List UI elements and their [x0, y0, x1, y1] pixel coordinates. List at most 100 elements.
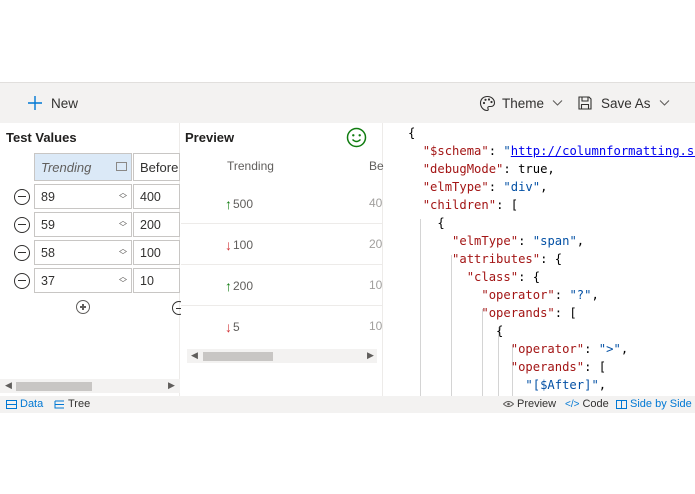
preview-view-label: Preview [517, 398, 557, 410]
spinner-icon[interactable]: ︿ ﹀ [119, 273, 127, 288]
cell-value: 58 [41, 245, 55, 260]
preview-view-tab[interactable]: Preview [503, 398, 556, 410]
code-line: "attributes": { [452, 252, 563, 266]
trending-input[interactable]: 89 ︿ ﹀ [34, 184, 132, 209]
preview-value: 5 [233, 320, 240, 334]
spinner-icon[interactable]: ︿ ﹀ [119, 245, 127, 260]
code-line: "operator": ">", [510, 342, 629, 356]
toolbar: New Theme Save As [0, 83, 695, 123]
code-line: "class": { [466, 270, 541, 284]
table-icon[interactable] [116, 162, 127, 171]
table-icon [6, 399, 17, 409]
data-tab-label: Data [20, 398, 44, 410]
smiley-icon[interactable] [346, 127, 367, 148]
remove-row-icon[interactable] [14, 245, 30, 261]
table-row: 59 ︿ ﹀ 200 [0, 212, 180, 240]
split-view-icon [616, 399, 627, 409]
cell-value: 400 [140, 189, 161, 204]
cell-value: 59 [41, 217, 55, 232]
tree-tab-label: Tree [68, 398, 91, 410]
before-input[interactable]: 100 [133, 240, 180, 265]
preview-title: Preview [185, 130, 235, 145]
table-row: 37 ︿ ﹀ 10 [0, 268, 180, 296]
scroll-left-icon[interactable]: ◀ [191, 350, 198, 361]
code-line: "operands": [ [481, 306, 577, 320]
cell-value: 10 [140, 273, 154, 288]
horizontal-scrollbar[interactable]: ◀ ▶ [0, 379, 180, 393]
cell-value: 100 [140, 245, 161, 260]
code-brackets-icon: </> [565, 398, 580, 410]
theme-button[interactable]: Theme [479, 91, 563, 115]
side-by-side-tab[interactable]: Side by Side [616, 398, 692, 410]
test-values-title: Test Values [6, 130, 77, 145]
arrow-up-icon: ↑ [225, 278, 232, 294]
scroll-right-icon[interactable]: ▶ [168, 380, 175, 391]
code-line: "$schema": "http://columnformatting.sh [422, 144, 695, 158]
trending-input[interactable]: 59 ︿ ﹀ [34, 212, 132, 237]
preview-before-value: 10 [369, 278, 383, 292]
palette-icon [479, 95, 496, 111]
table-row: 58 ︿ ﹀ 100 [0, 240, 180, 268]
code-line: { [408, 126, 416, 140]
preview-value: 200 [233, 279, 254, 293]
remove-row-icon[interactable] [14, 189, 30, 205]
code-line: "children": [ [422, 198, 519, 212]
before-input[interactable]: 200 [133, 212, 180, 237]
save-as-label: Save As [601, 95, 651, 111]
theme-label: Theme [502, 95, 545, 111]
save-icon [578, 96, 592, 110]
new-label: New [51, 95, 79, 111]
cell-value: 89 [41, 189, 55, 204]
arrow-up-icon: ↑ [225, 196, 232, 212]
code-line: "elmType": "span", [452, 234, 585, 248]
arrow-down-icon: ↓ [225, 319, 232, 335]
save-as-button[interactable]: Save As [577, 91, 670, 115]
preview-column-trending: Trending [227, 159, 274, 173]
spinner-icon[interactable]: ︿ ﹀ [119, 189, 127, 204]
scroll-thumb[interactable] [203, 352, 273, 361]
code-line: "[$After]", [525, 378, 607, 392]
preview-horizontal-scrollbar[interactable]: ◀ ▶ [187, 349, 377, 363]
before-input[interactable]: 400 [133, 184, 180, 209]
code-editor[interactable]: { "$schema": "http://columnformatting.sh… [384, 123, 695, 396]
side-by-side-label: Side by Side [630, 398, 692, 410]
column-header-before[interactable]: Before [133, 153, 180, 181]
scroll-right-icon[interactable]: ▶ [367, 350, 374, 361]
scroll-left-icon[interactable]: ◀ [5, 380, 12, 391]
new-button[interactable]: New [26, 91, 78, 115]
preview-row: ↑ 200 10 [181, 265, 383, 306]
plus-icon [28, 96, 42, 110]
column-header-label: Trending [41, 159, 92, 175]
code-line: "debugMode": true, [422, 162, 555, 176]
code-view-tab[interactable]: </> Code [565, 398, 609, 410]
trending-input[interactable]: 37 ︿ ﹀ [34, 268, 132, 293]
test-values-panel: Test Values Trending Before 89 ︿ ﹀ 400 59 ︿… [0, 123, 186, 413]
spinner-icon[interactable]: ︿ ﹀ [119, 217, 127, 232]
chevron-down-icon [659, 100, 669, 106]
trending-input[interactable]: 58 ︿ ﹀ [34, 240, 132, 265]
data-tab[interactable]: Data [6, 398, 43, 410]
preview-value: 500 [233, 197, 254, 211]
preview-before-value: 20 [369, 237, 383, 251]
scroll-thumb[interactable] [16, 382, 92, 391]
preview-before-value: 10 [369, 319, 383, 333]
column-formatter-panel: New Theme Save As Test Values Trending B… [0, 82, 695, 413]
code-view-label: Code [582, 398, 609, 410]
remove-row-icon[interactable] [14, 217, 30, 233]
code-line: "operator": "?", [481, 288, 599, 302]
cell-value: 37 [41, 273, 55, 288]
code-line: "elmType": "div", [422, 180, 548, 194]
preview-value: 100 [233, 238, 254, 252]
preview-column-before: Be [369, 159, 384, 173]
preview-panel: Preview Trending Be ↑ 500 40 ↓ 100 20 ↑ 200… [181, 123, 384, 396]
before-input[interactable]: 10 [133, 268, 180, 293]
add-row-icon[interactable] [76, 300, 90, 314]
preview-row: ↓ 5 10 [181, 306, 383, 347]
tree-tab[interactable]: Tree [54, 398, 90, 410]
code-line: { [408, 324, 504, 338]
remove-row-icon[interactable] [14, 273, 30, 289]
chevron-down-icon [552, 100, 563, 106]
arrow-down-icon: ↓ [225, 237, 232, 253]
table-row: 89 ︿ ﹀ 400 [0, 184, 180, 212]
column-header-trending[interactable]: Trending [34, 153, 132, 181]
